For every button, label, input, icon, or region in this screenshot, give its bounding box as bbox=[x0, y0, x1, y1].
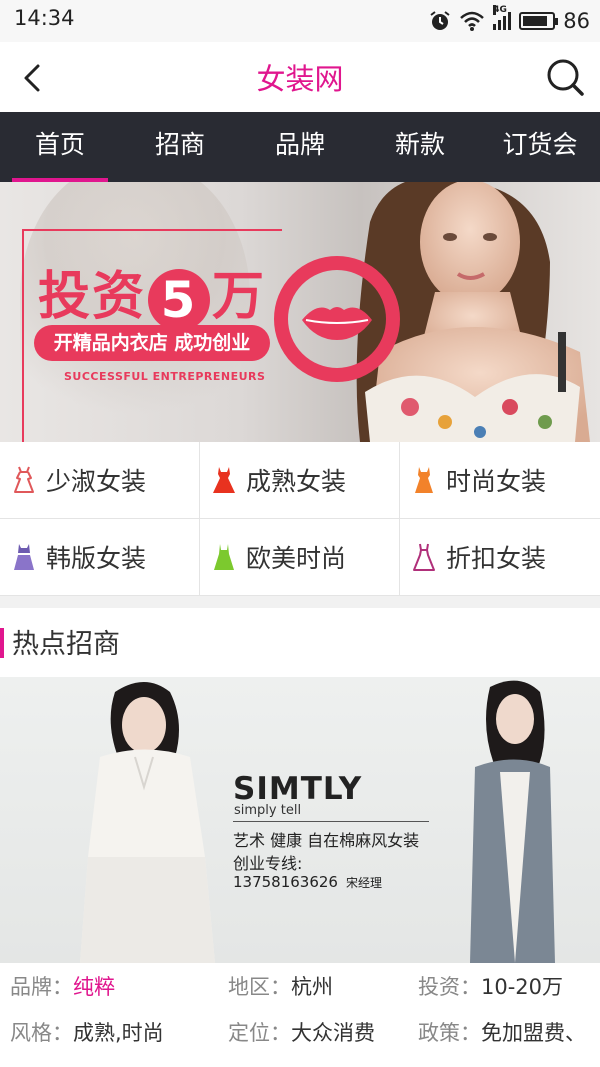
dress-icon bbox=[415, 467, 433, 493]
ad-model-right-image bbox=[470, 680, 555, 963]
status-time: 14:34 bbox=[14, 6, 75, 30]
brand-ad-image[interactable]: SIMTLY simply tell 艺术 健康 自在棉麻风女装 创业专线: 1… bbox=[0, 677, 600, 963]
ad-phone: 13758163626 宋经理 bbox=[233, 873, 382, 891]
info-value: 大众消费 bbox=[291, 1021, 375, 1045]
promo-banner[interactable]: 投资 5 万 开精品内衣店 成功创业 SUCCESSFUL ENTREPRENEUR… bbox=[0, 182, 600, 442]
battery-fill bbox=[523, 16, 548, 26]
category-label: 少淑女装 bbox=[46, 467, 147, 496]
category-young-ladies[interactable]: 少淑女装 bbox=[0, 442, 200, 519]
search-icon bbox=[547, 59, 584, 96]
info-label: 地区： bbox=[228, 975, 291, 999]
tab-investment[interactable]: 招商 bbox=[120, 112, 240, 182]
info-label: 品牌： bbox=[10, 975, 73, 999]
info-investment: 投资：10-20万 bbox=[418, 971, 563, 1001]
category-label: 欧美时尚 bbox=[246, 544, 347, 573]
ad-tagline: simply tell bbox=[234, 803, 302, 818]
tab-home[interactable]: 首页 bbox=[0, 112, 120, 182]
search-button[interactable] bbox=[540, 52, 590, 102]
banner-english-caption: SUCCESSFUL ENTREPRENEURS bbox=[64, 370, 266, 383]
status-icons: 4G 86 bbox=[429, 5, 590, 36]
wifi-icon bbox=[460, 11, 485, 31]
category-western[interactable]: 欧美时尚 bbox=[200, 519, 400, 596]
category-grid: 少淑女装 成熟女装 时尚女装 韩版女装 欧美时尚 折扣女装 bbox=[0, 442, 600, 596]
section-title: 热点招商 bbox=[12, 629, 120, 660]
app-header: 女装网 bbox=[0, 42, 600, 112]
brand-info-row: 品牌：纯粹 地区：杭州 投资：10-20万 bbox=[0, 963, 600, 1007]
info-label: 政策： bbox=[418, 1021, 481, 1045]
ad-brand-name: SIMTLY bbox=[233, 771, 363, 807]
category-fashion[interactable]: 时尚女装 bbox=[400, 442, 600, 519]
lips-logo-icon bbox=[274, 256, 400, 382]
battery-icon bbox=[519, 12, 559, 30]
category-korean[interactable]: 韩版女装 bbox=[0, 519, 200, 596]
battery-percent: 86 bbox=[563, 9, 590, 33]
ad-description: 艺术 健康 自在棉麻风女装 bbox=[233, 831, 420, 850]
nav-bar: 首页 招商 品牌 新款 订货会 bbox=[0, 112, 600, 182]
info-value: 10-20万 bbox=[481, 975, 564, 999]
info-style: 风格：成熟,时尚 bbox=[10, 1017, 164, 1047]
dress-outline-icon bbox=[14, 466, 34, 493]
ad-hotline-label: 创业专线: bbox=[233, 854, 303, 873]
info-label: 投资： bbox=[418, 975, 481, 999]
alarm-icon bbox=[430, 11, 450, 30]
signal-icon: 4G bbox=[493, 5, 512, 30]
info-label: 定位： bbox=[228, 1021, 291, 1045]
category-label: 韩版女装 bbox=[46, 544, 147, 573]
network-type: 4G bbox=[493, 5, 507, 15]
info-region: 地区：杭州 bbox=[228, 971, 333, 1001]
category-discount[interactable]: 折扣女装 bbox=[400, 519, 600, 596]
section-header: 热点招商 bbox=[0, 608, 600, 674]
category-label: 时尚女装 bbox=[446, 467, 547, 496]
status-bar: 14:34 4G 86 bbox=[0, 0, 600, 42]
tab-trade-fair[interactable]: 订货会 bbox=[480, 112, 600, 182]
dress-outline-icon bbox=[413, 543, 435, 571]
ad-model-left-image bbox=[80, 682, 215, 963]
dress-icon bbox=[214, 544, 234, 570]
category-label: 成熟女装 bbox=[246, 467, 347, 496]
page-title: 女装网 bbox=[256, 62, 344, 96]
banner-headline-text-1: 投资 bbox=[38, 267, 147, 327]
info-label: 风格： bbox=[10, 1021, 73, 1045]
dress-icon bbox=[14, 544, 34, 570]
banner-headline-text-2: 万 bbox=[212, 267, 267, 327]
tab-new-arrivals[interactable]: 新款 bbox=[360, 112, 480, 182]
info-value: 杭州 bbox=[291, 975, 333, 999]
brand-info-row: 风格：成熟,时尚 定位：大众消费 政策：免加盟费、 bbox=[0, 1009, 600, 1053]
info-value: 免加盟费、 bbox=[481, 1021, 586, 1045]
info-positioning: 定位：大众消费 bbox=[228, 1017, 375, 1047]
banner-headline: 投资 5 万 bbox=[38, 254, 266, 331]
info-value: 纯粹 bbox=[73, 975, 115, 999]
dress-icon bbox=[213, 467, 235, 493]
tab-brands[interactable]: 品牌 bbox=[240, 112, 360, 182]
category-mature[interactable]: 成熟女装 bbox=[200, 442, 400, 519]
ad-phone-number: 13758163626 bbox=[233, 873, 338, 891]
ad-divider bbox=[233, 821, 429, 822]
info-policy: 政策：免加盟费、 bbox=[418, 1017, 586, 1047]
banner-headline-number: 5 bbox=[148, 269, 211, 331]
ad-contact-name: 宋经理 bbox=[345, 876, 382, 890]
info-value: 成熟,时尚 bbox=[73, 1021, 164, 1045]
info-brand: 品牌：纯粹 bbox=[10, 971, 115, 1001]
section-accent-bar bbox=[0, 628, 4, 658]
category-label: 折扣女装 bbox=[446, 544, 547, 573]
banner-slogan: 开精品内衣店 成功创业 bbox=[34, 325, 270, 361]
section-divider bbox=[0, 596, 600, 608]
